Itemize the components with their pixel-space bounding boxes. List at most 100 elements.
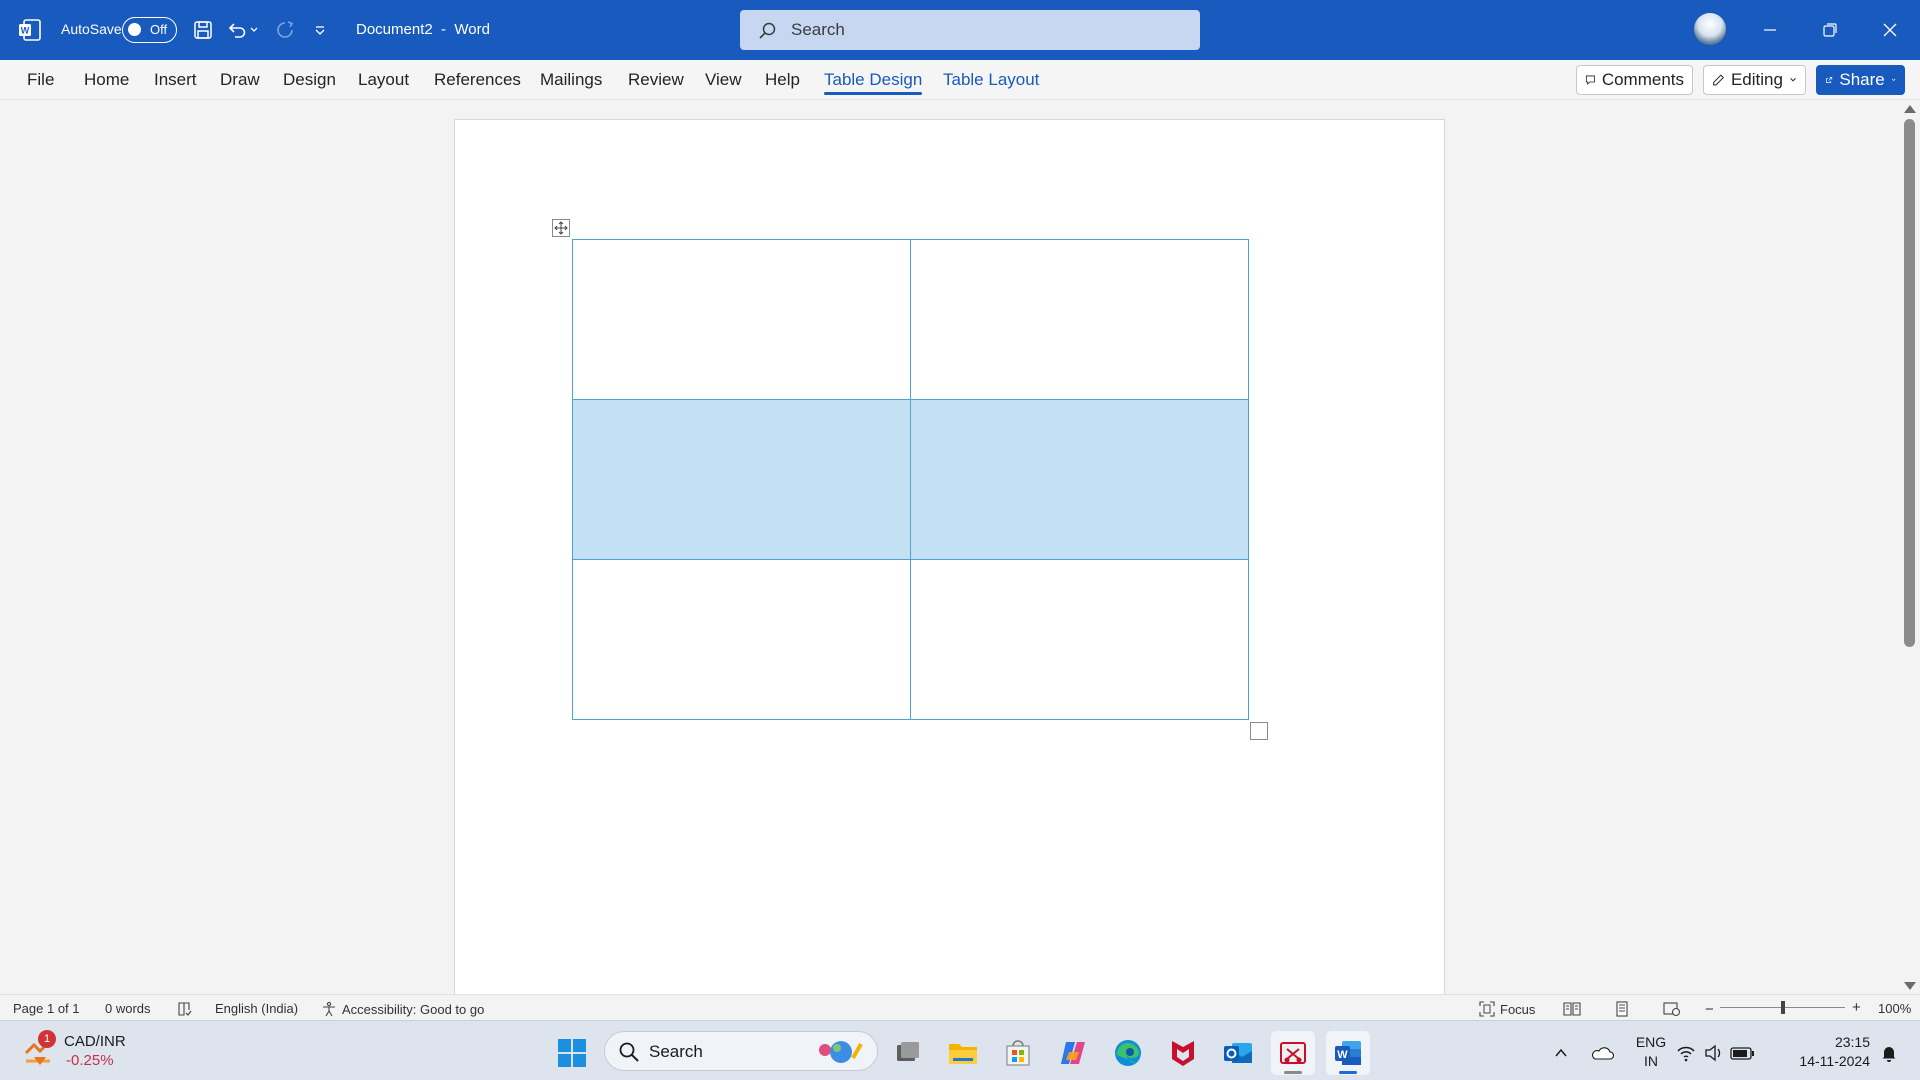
widget-change: -0.25%: [66, 1052, 114, 1069]
toggle-knob: [128, 23, 141, 36]
zoom-slider-thumb[interactable]: [1781, 1001, 1785, 1014]
comments-button[interactable]: Comments: [1576, 65, 1693, 95]
battery-icon: [1730, 1047, 1754, 1060]
table-cell[interactable]: [910, 399, 1249, 560]
customize-icon[interactable]: [307, 17, 333, 43]
minimize-icon[interactable]: [1754, 14, 1786, 46]
chevron-up-icon[interactable]: [1540, 1031, 1582, 1075]
region-code: IN: [1644, 1053, 1658, 1069]
search-icon: [759, 22, 776, 39]
windows-start-icon[interactable]: [550, 1031, 594, 1075]
pencil-icon: [1713, 74, 1725, 86]
table-row: [572, 559, 1249, 720]
tab-help[interactable]: Help: [765, 70, 800, 90]
tab-mailings[interactable]: Mailings: [540, 70, 602, 90]
snipping-tool-icon[interactable]: [1271, 1031, 1315, 1075]
share-label: Share: [1839, 70, 1885, 89]
tab-file[interactable]: File: [27, 70, 54, 90]
language-code: ENG: [1635, 1034, 1667, 1050]
search-box[interactable]: Search: [740, 10, 1200, 50]
taskbar-search-label: Search: [649, 1042, 703, 1061]
tab-layout[interactable]: Layout: [358, 70, 409, 90]
tab-table-layout[interactable]: Table Layout: [943, 70, 1039, 90]
share-button[interactable]: Share: [1816, 65, 1905, 95]
tab-review[interactable]: Review: [628, 70, 684, 90]
page-count[interactable]: Page 1 of 1: [13, 1001, 80, 1016]
autosave-label: AutoSave: [61, 21, 122, 37]
widgets-button[interactable]: 1 CAD/INR -0.25%: [22, 1030, 142, 1071]
notification-badge: 1: [38, 1030, 56, 1048]
file-explorer-icon[interactable]: [941, 1031, 985, 1075]
edge-icon[interactable]: [1106, 1031, 1150, 1075]
clock[interactable]: 23:15 14-11-2024: [1782, 1033, 1870, 1071]
web-layout-icon[interactable]: [1663, 1001, 1681, 1017]
scrollbar-thumb[interactable]: [1904, 119, 1915, 647]
outlook-icon[interactable]: [1216, 1031, 1260, 1075]
task-view-icon[interactable]: [886, 1031, 930, 1075]
focus-button[interactable]: Focus: [1479, 1001, 1535, 1017]
editing-mode-button[interactable]: Editing: [1703, 65, 1806, 95]
comments-label: Comments: [1601, 70, 1684, 89]
save-icon[interactable]: [190, 17, 216, 43]
scroll-up-icon[interactable]: [1904, 105, 1916, 113]
search-icon: [619, 1042, 639, 1062]
active-indicator: [1339, 1071, 1357, 1074]
table-move-icon[interactable]: [552, 219, 570, 237]
wifi-icon: [1677, 1046, 1695, 1062]
avatar[interactable]: [1694, 13, 1726, 45]
table-cell[interactable]: [572, 399, 911, 560]
read-mode-icon[interactable]: [1563, 1001, 1581, 1017]
zoom-out-button[interactable]: −: [1705, 1001, 1714, 1018]
accessibility-label: Accessibility: Good to go: [342, 1001, 485, 1017]
status-bar: Page 1 of 1 0 words English (India) Acce…: [0, 994, 1920, 1020]
share-icon: [1826, 77, 1833, 83]
running-indicator: [1284, 1071, 1302, 1074]
scroll-down-icon[interactable]: [1904, 982, 1916, 990]
taskbar-search[interactable]: Search: [604, 1031, 878, 1071]
editing-label: Editing: [1730, 70, 1783, 89]
word-taskbar-icon[interactable]: W: [1326, 1031, 1370, 1075]
mcafee-icon[interactable]: [1161, 1031, 1205, 1075]
table-cell[interactable]: [572, 559, 911, 720]
table-cell[interactable]: [910, 239, 1249, 400]
zoom-level[interactable]: 100%: [1878, 1001, 1911, 1016]
undo-dropdown-icon[interactable]: [247, 17, 261, 43]
vertical-scrollbar[interactable]: [1900, 101, 1920, 994]
clock-time: 23:15: [1834, 1034, 1870, 1050]
tab-draw[interactable]: Draw: [220, 70, 260, 90]
tab-design[interactable]: Design: [283, 70, 336, 90]
tab-home[interactable]: Home: [84, 70, 129, 90]
tab-view[interactable]: View: [705, 70, 742, 90]
onedrive-icon[interactable]: [1582, 1031, 1622, 1075]
accessibility-status[interactable]: Accessibility: Good to go: [321, 1001, 484, 1017]
restore-icon[interactable]: [1814, 14, 1846, 46]
notification-bell-icon[interactable]: [1872, 1031, 1906, 1075]
redo-icon[interactable]: [272, 17, 298, 43]
copilot-icon[interactable]: [1051, 1031, 1095, 1075]
tab-table-design[interactable]: Table Design: [824, 70, 923, 95]
word-count[interactable]: 0 words: [105, 1001, 151, 1016]
focus-label: Focus: [1500, 1001, 1536, 1017]
input-language[interactable]: ENG IN: [1630, 1033, 1672, 1071]
document-table[interactable]: [572, 239, 1249, 720]
table-resize-handle[interactable]: [1250, 722, 1268, 740]
language-indicator[interactable]: English (India): [215, 1001, 298, 1016]
tab-references[interactable]: References: [434, 70, 521, 90]
print-layout-icon[interactable]: [1614, 1001, 1630, 1017]
table-cell[interactable]: [910, 559, 1249, 720]
zoom-in-button[interactable]: +: [1852, 999, 1861, 1016]
word-logo-icon[interactable]: W: [18, 18, 42, 42]
search-highlight-icon: [819, 1041, 863, 1063]
autosave-state: Off: [150, 22, 168, 37]
quick-settings[interactable]: [1676, 1031, 1762, 1075]
close-icon[interactable]: [1874, 14, 1906, 46]
search-placeholder: Search: [791, 20, 845, 39]
proofing-icon[interactable]: [177, 1001, 193, 1017]
autosave-toggle[interactable]: Off: [122, 17, 177, 43]
store-icon[interactable]: [996, 1031, 1040, 1075]
ribbon-tabs: File Home Insert Draw Design Layout Refe…: [0, 60, 1920, 100]
table-row: [572, 239, 1249, 400]
tab-insert[interactable]: Insert: [154, 70, 197, 90]
svg-text:W: W: [21, 26, 30, 36]
table-cell[interactable]: [572, 239, 911, 400]
